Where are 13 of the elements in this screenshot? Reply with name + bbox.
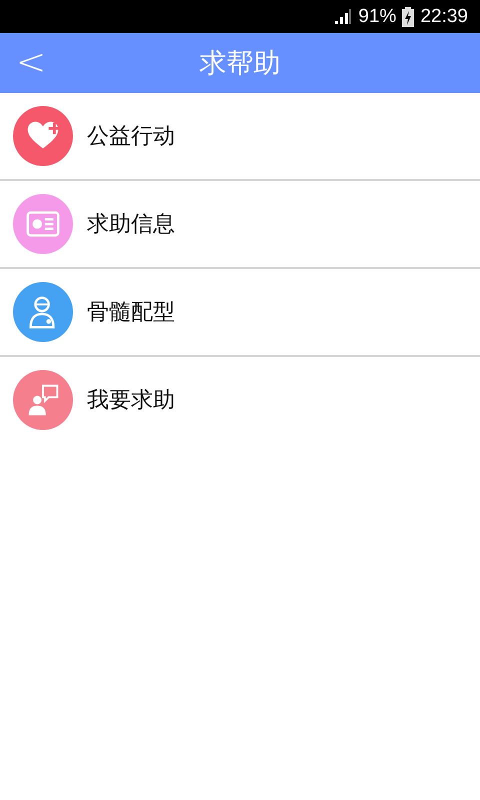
signal-icon xyxy=(334,8,352,24)
menu-label: 骨髓配型 xyxy=(87,299,175,327)
battery-charging-icon xyxy=(402,6,414,26)
menu-label: 求助信息 xyxy=(87,211,175,239)
menu-label: 我要求助 xyxy=(87,387,175,415)
battery-percent: 91% xyxy=(358,6,396,28)
page-title: 求帮助 xyxy=(200,47,280,81)
menu-item[interactable]: 骨髓配型 xyxy=(0,269,480,357)
menu-label: 公益行动 xyxy=(87,123,175,151)
menu-item[interactable]: 求助信息 xyxy=(0,181,480,269)
menu-item[interactable]: 公益行动 xyxy=(0,93,480,181)
clock: 22:39 xyxy=(420,6,468,28)
menu-item[interactable]: 我要求助 xyxy=(0,357,480,443)
